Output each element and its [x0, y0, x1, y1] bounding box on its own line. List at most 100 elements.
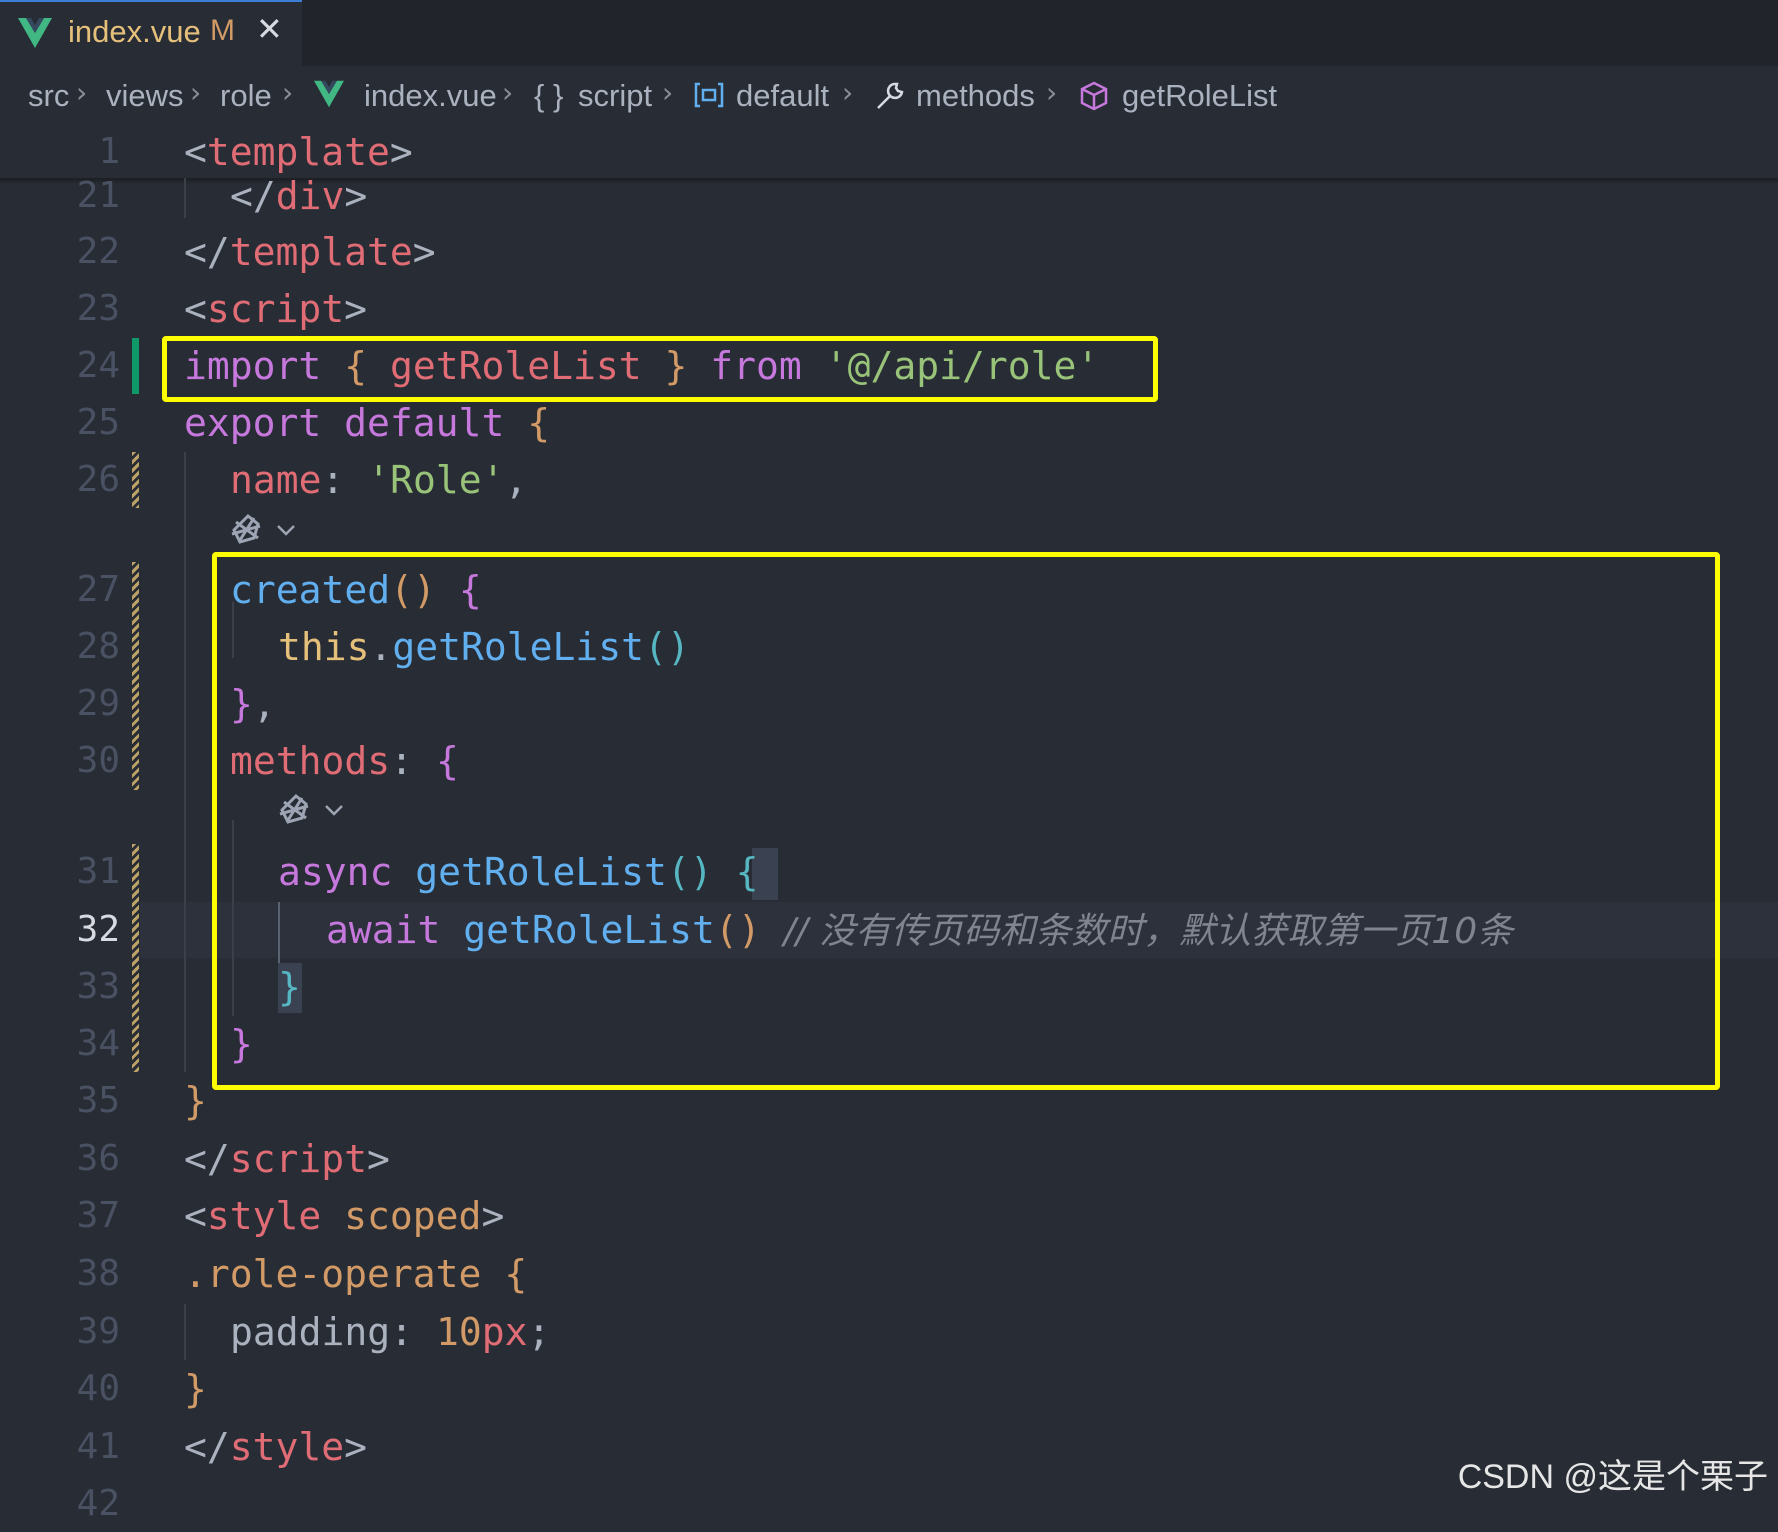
number-literal: 10 [435, 1310, 482, 1354]
line-number: 39 [76, 1311, 120, 1352]
tag-name: template [229, 230, 413, 274]
brace: { [527, 401, 551, 445]
highlight-box-import [162, 336, 1158, 402]
line-number: 30 [76, 740, 120, 781]
code-line-23[interactable]: <script> [184, 281, 367, 337]
tab-bar: index.vue M ✕ [0, 0, 1778, 66]
module-icon [694, 82, 724, 108]
line-number: 24 [76, 345, 120, 386]
tag-bracket: < [184, 1194, 207, 1238]
line-number: 23 [76, 288, 120, 329]
tag-bracket: > [481, 1194, 505, 1238]
line-number: 22 [76, 231, 120, 272]
vue-file-icon [314, 80, 344, 108]
brace: { [504, 1252, 528, 1296]
line-number: 25 [76, 402, 120, 443]
chevron-right-icon: › [76, 76, 88, 109]
line-number: 27 [76, 569, 120, 610]
chevron-right-icon: › [1046, 76, 1058, 109]
code-line-25[interactable]: export default { [184, 395, 550, 451]
chevron-right-icon: › [282, 76, 294, 109]
code-line-36[interactable]: </script> [184, 1131, 390, 1187]
tag-bracket: </ [184, 1137, 230, 1181]
indent-guide [184, 452, 186, 1072]
breadcrumb-item-methods[interactable]: methods [916, 78, 1035, 114]
tag-bracket: < [184, 287, 207, 331]
tab-modified-badge: M [210, 14, 235, 47]
string-literal: 'Role' [367, 458, 505, 502]
code-line-35[interactable]: } [184, 1073, 207, 1129]
tag-bracket: </ [184, 230, 230, 274]
diff-modified-marker [132, 562, 139, 790]
css-property: padding [230, 1310, 391, 1354]
keyword: export [184, 401, 322, 445]
breadcrumb-item-views[interactable]: views [106, 78, 184, 114]
tag-bracket: > [367, 1137, 390, 1181]
line-number: 37 [76, 1195, 120, 1236]
breadcrumb-item-src[interactable]: src [28, 78, 69, 114]
diff-added-marker [132, 338, 139, 394]
punctuation: : [321, 458, 345, 502]
vue-file-icon [18, 18, 52, 48]
breadcrumb-item-role[interactable]: role [220, 78, 272, 114]
tag-bracket: > [389, 130, 413, 174]
line-number: 31 [76, 851, 120, 892]
code-line-26[interactable]: name: 'Role', [230, 452, 527, 508]
punctuation: ; [527, 1310, 551, 1354]
line-number: 29 [76, 683, 120, 724]
tag-bracket: > [344, 1425, 368, 1469]
line-number: 38 [76, 1253, 120, 1294]
brace: } [184, 1367, 207, 1411]
tag-bracket: </ [230, 174, 276, 218]
tag-bracket: > [344, 287, 368, 331]
line-number: 33 [76, 966, 120, 1007]
tag-name: style [229, 1425, 345, 1469]
code-line-41[interactable]: </style> [184, 1419, 367, 1475]
tag-bracket: < [184, 130, 207, 174]
property: name [230, 458, 322, 502]
tab-filename: index.vue [68, 14, 201, 49]
chevron-right-icon: › [662, 76, 674, 109]
punctuation: , [504, 458, 528, 502]
line-number: 41 [76, 1426, 120, 1467]
code-line-37[interactable]: <style scoped> [184, 1188, 504, 1244]
code-line-40[interactable]: } [184, 1361, 207, 1417]
indent-guide [184, 178, 186, 218]
breadcrumb: src › views › role › index.vue › { } scr… [0, 66, 1778, 126]
punctuation: : [390, 1310, 414, 1354]
breadcrumb-item-script[interactable]: script [578, 78, 652, 114]
css-selector: .role-operate [184, 1252, 482, 1296]
chevron-right-icon: › [190, 76, 202, 109]
chevron-right-icon: › [842, 76, 854, 109]
code-line-21[interactable]: </div> [230, 168, 367, 224]
code-line-39[interactable]: padding: 10px; [230, 1304, 550, 1360]
code-line-38[interactable]: .role-operate { [184, 1246, 527, 1302]
wrench-icon [877, 82, 904, 109]
code-line-22[interactable]: </template> [184, 224, 436, 280]
brace: } [184, 1079, 207, 1123]
line-number: 40 [76, 1368, 120, 1409]
diff-modified-marker [132, 452, 139, 508]
breadcrumb-item-default[interactable]: default [736, 78, 829, 114]
line-number: 35 [76, 1080, 120, 1121]
line-number: 34 [76, 1023, 120, 1064]
tag-name: div [275, 174, 345, 218]
line-number: 21 [76, 175, 120, 216]
breadcrumb-item-getRoleList[interactable]: getRoleList [1122, 78, 1277, 114]
braces-icon: { } [534, 78, 564, 113]
tab-index-vue[interactable]: index.vue M ✕ [0, 0, 302, 66]
tag-name: script [229, 1137, 368, 1181]
breadcrumb-item-file[interactable]: index.vue [364, 78, 497, 114]
ai-assist-icon[interactable] [228, 512, 308, 552]
indent-guide [184, 1304, 186, 1360]
tag-name: script [206, 287, 345, 331]
diff-modified-marker [132, 844, 139, 1072]
watermark: CSDN @这是个栗子 [1457, 1458, 1768, 1496]
close-icon[interactable]: ✕ [256, 10, 283, 48]
tag-bracket: > [412, 230, 436, 274]
method-cube-icon [1080, 81, 1108, 111]
line-number: 36 [76, 1138, 120, 1179]
line-number-active: 32 [76, 909, 120, 950]
tag-name: style [206, 1194, 322, 1238]
unit: px [481, 1310, 528, 1354]
